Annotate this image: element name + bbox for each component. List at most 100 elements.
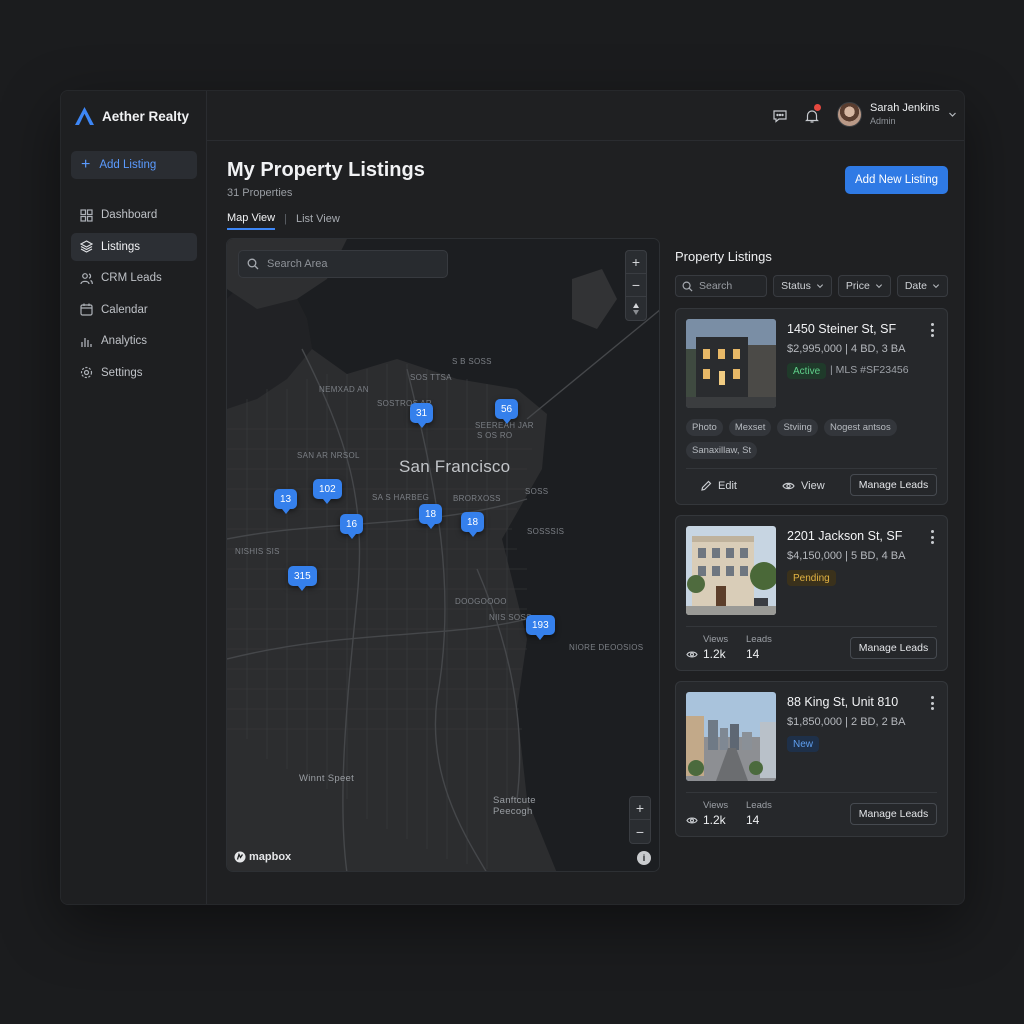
- sidebar-item-label: Dashboard: [101, 209, 158, 221]
- property-photo: [686, 526, 776, 615]
- mapbox-attribution[interactable]: mapbox: [234, 851, 291, 863]
- manage-leads-button[interactable]: Manage Leads: [850, 803, 937, 825]
- map-search-input[interactable]: Search Area: [238, 250, 448, 278]
- date-filter[interactable]: Date: [896, 275, 948, 297]
- listing-address[interactable]: 1450 Steiner St, SF: [787, 322, 896, 336]
- view-label: View: [801, 480, 825, 492]
- eye-icon: [686, 817, 698, 823]
- layers-icon: [80, 240, 93, 253]
- sidebar-item-listings[interactable]: Listings: [71, 232, 197, 261]
- compass-button[interactable]: [626, 297, 646, 320]
- listing-search-input[interactable]: Search: [675, 275, 768, 297]
- edit-button[interactable]: Edit: [700, 480, 737, 492]
- listing-card[interactable]: 88 King St, Unit 810 $1,850,000 | 2 BD, …: [675, 681, 948, 837]
- tag-chip[interactable]: Stviing: [777, 419, 818, 436]
- map-cluster-pin[interactable]: 56: [495, 399, 519, 424]
- tag-chip[interactable]: Mexset: [728, 419, 772, 436]
- users-icon: [80, 272, 93, 284]
- sidebar-item-calendar[interactable]: Calendar: [71, 296, 197, 324]
- notifications-button[interactable]: [804, 104, 821, 124]
- user-menu[interactable]: Sarah Jenkins Admin: [837, 102, 957, 127]
- status-badge: Active: [787, 363, 827, 379]
- tag-chip[interactable]: Nogest antsos: [823, 419, 897, 436]
- manage-leads-button[interactable]: Manage Leads: [850, 637, 937, 659]
- eye-icon: [686, 651, 698, 657]
- map-label: Winnt Speet: [299, 773, 355, 784]
- property-count: 31 Properties: [227, 187, 293, 199]
- brand-name: Aether Realty: [102, 108, 190, 124]
- grid-icon: [80, 208, 93, 222]
- price-filter[interactable]: Price: [837, 275, 891, 297]
- brand[interactable]: Aether Realty: [74, 106, 189, 126]
- mapbox-text: mapbox: [249, 851, 292, 863]
- user-name: Sarah Jenkins: [870, 102, 940, 114]
- map-cluster-pin[interactable]: 31: [410, 403, 434, 428]
- map-cluster-pin[interactable]: 102: [313, 479, 342, 504]
- map-cluster-pin[interactable]: 18: [419, 504, 443, 529]
- listing-address[interactable]: 2201 Jackson St, SF: [787, 529, 902, 543]
- map-cluster-pin[interactable]: 193: [526, 615, 555, 640]
- pencil-icon: [701, 480, 712, 491]
- mapbox-logo-icon: [234, 851, 246, 863]
- more-options-icon[interactable]: [931, 530, 935, 547]
- map-label: NIORE DEOOSIOS: [569, 643, 644, 652]
- sidebar-item-label: Calendar: [101, 303, 148, 316]
- topbar: Sarah Jenkins Admin: [207, 91, 964, 141]
- sidebar-nav: Dashboard Listings CRM Leads Calendar An…: [71, 201, 197, 390]
- tab-map-view[interactable]: Map View: [227, 212, 276, 230]
- views-stat: 1.2k: [686, 647, 726, 661]
- add-listing-button[interactable]: + Add Listing: [71, 151, 197, 179]
- listing-search-placeholder: Search: [699, 280, 733, 292]
- view-button[interactable]: View: [782, 480, 825, 492]
- property-map[interactable]: Search Area + − S B SOSS NEMXAD AN SAN A…: [226, 238, 660, 872]
- sidebar-item-label: Analytics: [101, 335, 148, 347]
- zoom-in-button[interactable]: +: [630, 797, 650, 820]
- map-label: DOOGOOOO: [455, 597, 507, 606]
- tag-chip[interactable]: Photo: [686, 419, 723, 436]
- map-zoom-controls: + −: [625, 250, 647, 321]
- chevron-down-icon: [948, 112, 956, 117]
- map-cluster-pin[interactable]: 18: [461, 512, 485, 537]
- filter-bar: Search Status Price Date: [675, 275, 948, 297]
- tag-chip[interactable]: Sanaxillaw, St: [686, 442, 758, 459]
- zoom-out-button[interactable]: −: [630, 820, 650, 843]
- sidebar-item-dashboard[interactable]: Dashboard: [71, 201, 197, 229]
- page-title: My Property Listings: [227, 159, 425, 181]
- leads-count: 14: [746, 647, 760, 661]
- manage-leads-button[interactable]: Manage Leads: [850, 474, 937, 496]
- map-label: SOSSSIS: [527, 527, 565, 536]
- listing-card[interactable]: 2201 Jackson St, SF $4,150,000 | 5 BD, 4…: [675, 515, 948, 671]
- views-count: 1.2k: [703, 813, 726, 827]
- sidebar-item-settings[interactable]: Settings: [71, 359, 197, 387]
- zoom-out-button[interactable]: −: [626, 274, 646, 297]
- sidebar-item-crm-leads[interactable]: CRM Leads: [71, 264, 197, 292]
- map-cluster-pin[interactable]: 315: [288, 566, 317, 591]
- map-info-button[interactable]: i: [637, 851, 651, 865]
- search-icon: [682, 281, 693, 292]
- map-cluster-pin[interactable]: 13: [274, 489, 298, 514]
- views-label: Views: [703, 634, 729, 645]
- edit-label: Edit: [718, 480, 737, 492]
- date-filter-label: Date: [904, 280, 927, 292]
- listing-address[interactable]: 88 King St, Unit 810: [787, 695, 898, 709]
- map-cluster-pin[interactable]: 16: [340, 514, 364, 539]
- map-base-layer: [227, 239, 659, 871]
- avatar: [837, 102, 862, 127]
- status-badge: New: [787, 736, 820, 752]
- tab-list-view[interactable]: List View: [296, 213, 340, 229]
- more-options-icon[interactable]: [931, 323, 935, 340]
- sidebar-item-label: Listings: [101, 240, 140, 253]
- zoom-in-button[interactable]: +: [626, 251, 646, 274]
- chat-icon[interactable]: [772, 108, 788, 124]
- listing-card[interactable]: 1450 Steiner St, SF $2,995,000 | 4 BD, 3…: [675, 308, 948, 505]
- sidebar-item-label: CRM Leads: [101, 272, 162, 284]
- notification-dot: [814, 104, 821, 111]
- add-new-listing-button[interactable]: Add New Listing: [845, 166, 948, 194]
- more-options-icon[interactable]: [931, 696, 935, 713]
- views-stat: 1.2k: [686, 813, 726, 827]
- map-label: SA S HARBEG: [372, 493, 430, 502]
- property-listings-panel: Property Listings Search Status Price Da…: [675, 238, 948, 837]
- sidebar-item-analytics[interactable]: Analytics: [71, 327, 197, 355]
- map-label: S OS RO: [477, 431, 513, 440]
- status-filter[interactable]: Status: [773, 275, 832, 297]
